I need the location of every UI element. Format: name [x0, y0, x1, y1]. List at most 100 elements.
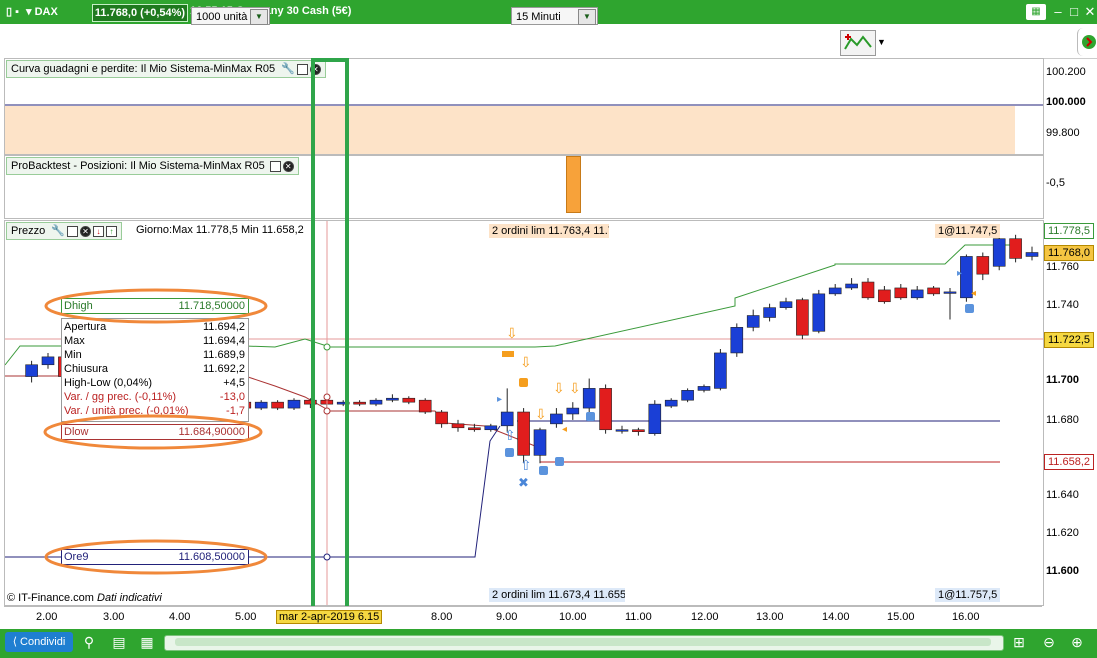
data-note: Dati indicativi	[97, 592, 162, 604]
positions-panel-title: ProBacktest - Posizioni: Il Mio Sistema-…	[11, 160, 265, 172]
y-tick: 99.800	[1046, 127, 1080, 139]
zoom-out-icon[interactable]: ⊖	[1040, 633, 1058, 651]
buy-arrow-marker: ⇧	[504, 427, 516, 443]
chart-toolbar	[4, 25, 1097, 59]
x-tick: 2.00	[36, 611, 58, 623]
minimize-icon[interactable]: –	[1050, 4, 1066, 20]
annotation-ellipse	[44, 288, 268, 324]
order-marker	[555, 457, 564, 466]
indicator-icon[interactable]: ⚲	[80, 633, 98, 651]
menu-icon[interactable]: ▯ ▪	[6, 5, 19, 18]
sell-arrow-marker: ⇩	[506, 325, 518, 341]
candle-bullish	[648, 403, 662, 434]
annotation-ellipse	[43, 414, 263, 450]
calculator-icon[interactable]: ▤	[110, 633, 128, 651]
zoom-in-icon[interactable]: ⊕	[1068, 633, 1086, 651]
units-select[interactable]: 1000 unità ▼	[191, 7, 270, 25]
order-marker	[965, 304, 974, 313]
close-icon[interactable]: ✕	[1082, 4, 1097, 20]
price-panel: ⇩ ⇩ ⇩ ⇩ ⇩ ⇧ ⇧ ✖ ◂ ▸ ▸ ◂ Prezzo 🔧 ✕ ↓ ↑ Gior…	[4, 220, 1044, 606]
candle-bearish	[435, 411, 448, 425]
add-indicator-icon[interactable]	[840, 30, 876, 56]
candle-bullish	[550, 413, 563, 425]
y-tick: 11.640	[1046, 489, 1079, 501]
sell-arrow-marker: ⇩	[569, 380, 581, 396]
price-tag-low: 11.658,2	[1044, 454, 1095, 470]
close-panel-icon[interactable]: ✕	[282, 160, 294, 172]
x-tick: 12.00	[691, 611, 719, 623]
y-tick: 11.700	[1046, 374, 1080, 386]
share-button[interactable]: ⟨ Condividi	[5, 632, 73, 652]
candle-bullish	[910, 289, 924, 299]
x-tick: 8.00	[431, 611, 453, 623]
annotation-ellipse	[44, 539, 268, 575]
x-tick: 13.00	[756, 611, 784, 623]
horizontal-scrollbar[interactable]	[164, 635, 1004, 651]
candle-bullish	[484, 425, 498, 431]
price-y-axis: 11.760 11.740 11.700 11.680 11.640 11.62…	[1042, 220, 1097, 604]
candle-bearish	[927, 287, 940, 295]
candle-bullish	[369, 399, 383, 405]
candle-bullish	[1025, 252, 1039, 257]
order-marker: ◂	[971, 288, 976, 299]
keyboard-icon[interactable]: ▦	[1026, 4, 1046, 20]
candle-bullish	[566, 407, 580, 415]
share-label: Condividi	[20, 636, 66, 648]
timeframe-select[interactable]: 15 Minuti ▼	[511, 7, 598, 25]
instrument-dropdown[interactable]: ▾ DAX	[26, 5, 58, 18]
x-tick: 3.00	[103, 611, 125, 623]
chevron-down-icon[interactable]: ▼	[877, 37, 886, 47]
maximize-icon[interactable]: □	[1066, 4, 1082, 20]
window-icon[interactable]	[296, 63, 308, 75]
candle-bullish	[845, 283, 858, 289]
order-marker	[502, 351, 514, 357]
candle-bearish	[976, 256, 990, 275]
x-tick: 15.00	[887, 611, 915, 623]
y-tick: 11.620	[1046, 527, 1079, 539]
candle-bullish	[746, 315, 760, 328]
scrollbar-thumb[interactable]	[175, 638, 991, 646]
order-marker	[505, 448, 514, 457]
candle-bearish	[517, 411, 530, 456]
candle-bearish	[353, 401, 366, 405]
top-order-right: 1@11.747,5	[935, 224, 1001, 238]
annotation-ellipses	[43, 288, 268, 575]
positions-panel-header: ProBacktest - Posizioni: Il Mio Sistema-…	[6, 157, 299, 175]
sell-arrow-marker: ⇩	[520, 354, 532, 370]
equity-panel-header: Curva guadagni e perdite: Il Mio Sistema…	[6, 60, 326, 78]
zoom-fit-icon[interactable]: ⊞	[1010, 633, 1028, 651]
y-tick: 11.760	[1046, 261, 1079, 273]
candle-bearish	[418, 399, 432, 413]
y-tick: -0,5	[1046, 177, 1065, 189]
wrench-icon[interactable]: 🔧	[281, 63, 295, 75]
sell-arrow-marker: ⇩	[535, 406, 547, 422]
top-orders-label: 2 ordini lim 11.763,4 11.775,4 11.752,6	[489, 224, 609, 238]
candle-bullish	[828, 287, 842, 295]
candle-bullish	[386, 397, 399, 401]
candle-bearish	[1009, 238, 1022, 259]
y-tick: 11.600	[1046, 565, 1080, 577]
candle-bearish	[402, 397, 416, 403]
candle-bullish	[697, 386, 711, 391]
bottom-orders-label: 2 ordini lim 11.673,4 11.655,4 11.692,6	[489, 588, 625, 602]
candle-bullish	[943, 291, 957, 294]
cross-marker: ✖	[518, 475, 529, 490]
order-marker	[586, 412, 595, 421]
price-tag-cursor: 11.722,5	[1044, 332, 1095, 348]
window-icon[interactable]	[269, 160, 281, 172]
candle-bearish	[878, 289, 891, 303]
positions-panel: ProBacktest - Posizioni: Il Mio Sistema-…	[4, 155, 1044, 219]
y-tick: 100.200	[1046, 66, 1086, 78]
x-tick: 14.00	[822, 611, 850, 623]
candle-bullish	[582, 388, 596, 409]
position-bar	[566, 156, 581, 213]
chevron-down-icon[interactable]: ▼	[250, 9, 268, 25]
candle-bearish	[861, 281, 875, 299]
candle-bearish	[894, 287, 908, 299]
table-icon[interactable]: ▦	[138, 633, 156, 651]
bottom-order-right: 1@11.757,5	[935, 588, 1001, 602]
side-panel-icon[interactable]	[1077, 28, 1097, 56]
equity-panel-title: Curva guadagni e perdite: Il Mio Sistema…	[11, 63, 276, 75]
chevron-down-icon[interactable]: ▼	[578, 9, 596, 25]
x-tick: 11.00	[625, 611, 652, 623]
